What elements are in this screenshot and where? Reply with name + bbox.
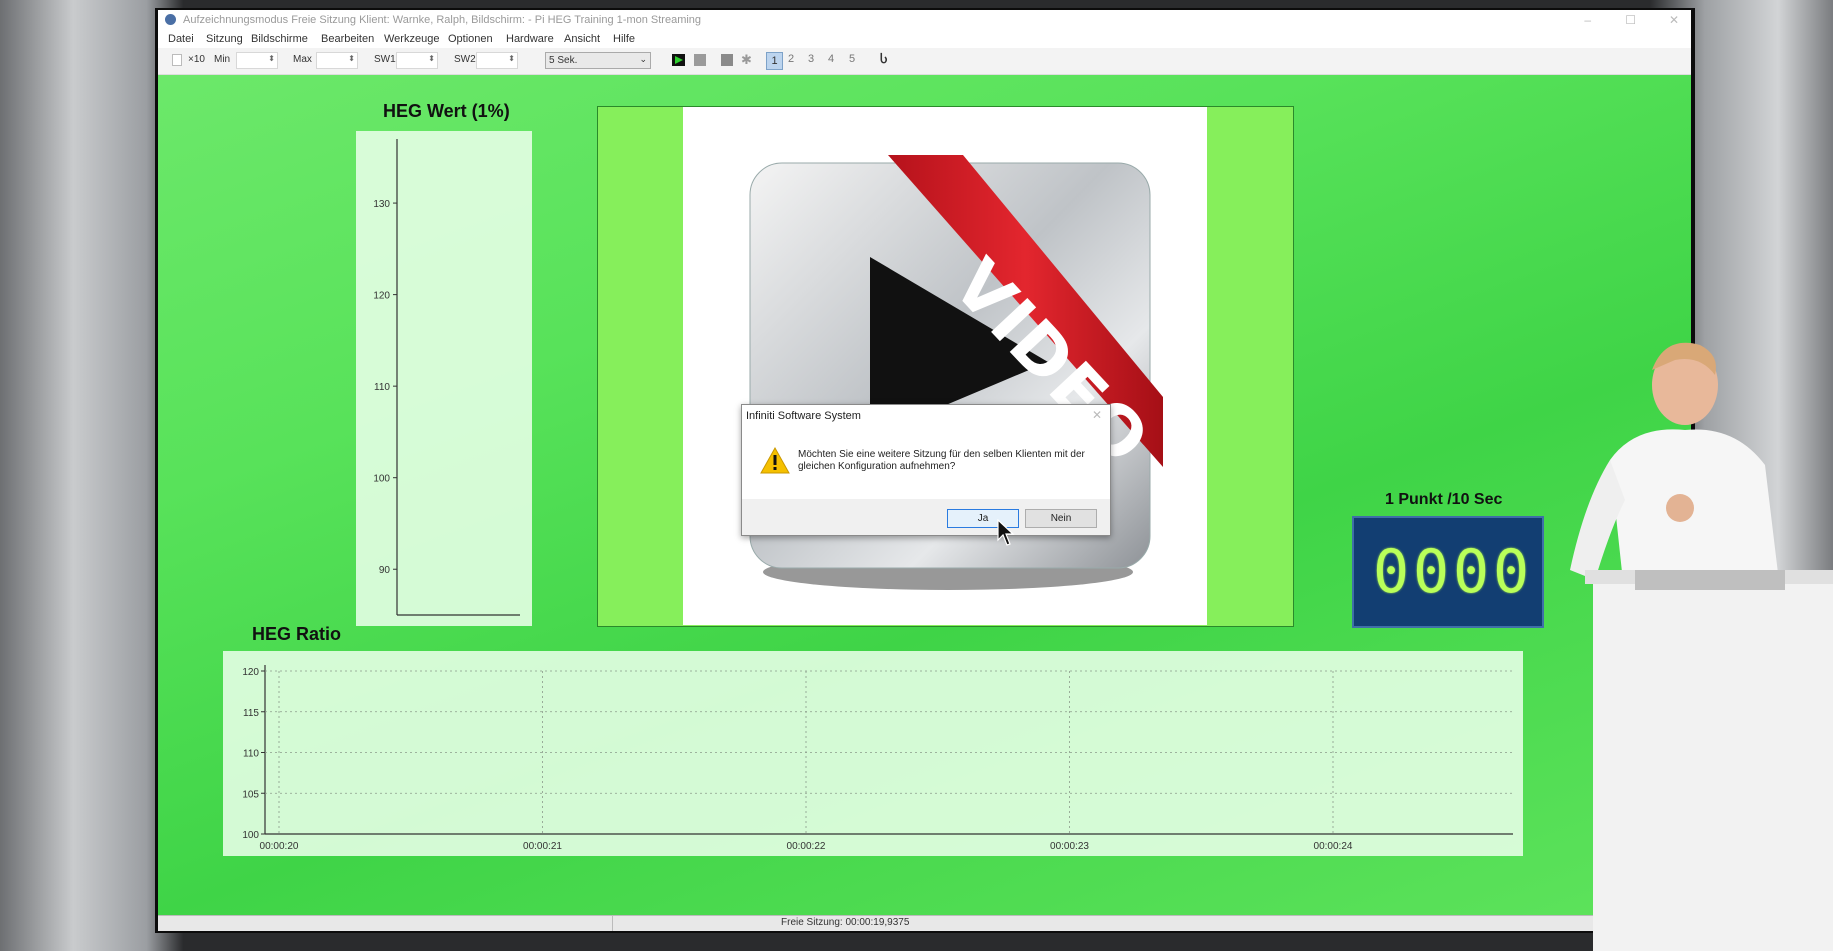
counter-title: 1 Punkt /10 Sec — [1385, 491, 1503, 508]
y-tick-label: 110 — [243, 749, 259, 760]
x-tick-label: 00:00:23 — [1050, 841, 1089, 852]
mouse-cursor-icon — [997, 519, 1015, 546]
max-label: Max — [293, 54, 312, 65]
sw2-label: SW2 — [454, 54, 476, 65]
maximize-icon[interactable]: ☐ — [1625, 13, 1636, 27]
x-tick-label: 00:00:21 — [523, 841, 562, 852]
stop-button[interactable] — [694, 54, 706, 66]
heg-ratio-panel: 120 115 110 105 100 00:00:20 00:00:21 00:00:22 0… — [223, 651, 1523, 856]
presenter-image — [1570, 342, 1833, 951]
counter-digit: 0 — [1452, 537, 1490, 607]
y-tick-label: 120 — [242, 667, 259, 678]
menu-bar: Datei Sitzung Bildschirme Bearbeiten Wer… — [158, 30, 1691, 48]
dialog-footer: Ja Nein — [742, 499, 1110, 535]
counter-digit: 0 — [1412, 537, 1450, 607]
page-button-3[interactable]: 3 — [808, 53, 814, 65]
status-bar: Freie Sitzung: 00:00:19,9375 — [158, 915, 1691, 931]
app-icon — [165, 14, 176, 25]
sw2-stepper[interactable]: ⬍ — [476, 52, 518, 69]
menu-bearbeiten[interactable]: Bearbeiten — [321, 33, 374, 45]
heg-wert-chart: 130 120 110 100 90 — [373, 139, 520, 616]
page-button-5[interactable]: 5 — [849, 53, 855, 65]
interval-select[interactable]: 5 Sek. ⌄ — [545, 52, 651, 69]
x-tick-label: 00:00:22 — [787, 841, 826, 852]
heg-ratio-chart: 120 115 110 105 10000:00:20 00:00:21 00:00:22 0… — [242, 665, 1513, 852]
page-button-4[interactable]: 4 — [828, 53, 834, 65]
play-icon — [675, 56, 683, 64]
x-tick-label: 00:00:20 — [260, 841, 299, 852]
settings-gear-icon[interactable]: ✱ — [741, 52, 752, 68]
dialog-title: Infiniti Software System — [746, 410, 861, 422]
chevron-down-icon: ⌄ — [639, 54, 647, 64]
dialog-close-icon[interactable]: ✕ — [1092, 408, 1102, 422]
close-icon[interactable]: ✕ — [1669, 13, 1679, 27]
dialog-message: Möchten Sie eine weitere Sitzung für den… — [798, 449, 1085, 472]
min-stepper[interactable]: ⬍ — [236, 52, 278, 69]
min-label: Min — [214, 54, 231, 65]
menu-bildschirme[interactable]: Bildschirme — [251, 33, 308, 45]
confirm-dialog: Infiniti Software System ✕ Möchten Sie e… — [741, 404, 1111, 536]
page-button-1[interactable]: 1 — [766, 52, 783, 70]
record-button[interactable] — [721, 54, 733, 66]
menu-werkzeuge[interactable]: Werkzeuge — [384, 33, 439, 45]
x-tick-label: 00:00:24 — [1314, 841, 1353, 852]
y-tick-label: 115 — [243, 708, 259, 719]
menu-ansicht[interactable]: Ansicht — [564, 33, 600, 45]
sw1-label: SW1 — [374, 54, 396, 65]
page-button-2[interactable]: 2 — [788, 53, 794, 65]
menu-hilfe[interactable]: Hilfe — [613, 33, 635, 45]
title-bar: Aufzeichnungsmodus Freie Sitzung Klient:… — [158, 10, 1691, 30]
y-tick-label: 100 — [242, 830, 259, 841]
y-tick-label: 130 — [373, 199, 390, 210]
heg-wert-title: HEG Wert (1%) — [383, 101, 510, 121]
toolbar: ×10 Min ⬍ Max ⬍ SW1 ⬍ SW2 ⬍ 5 Sek. ⌄ ✱ 1… — [158, 48, 1691, 75]
x10-checkbox[interactable] — [172, 54, 182, 66]
y-tick-label: 90 — [379, 565, 391, 576]
menu-sitzung[interactable]: Sitzung — [206, 33, 243, 45]
menu-hardware[interactable]: Hardware — [506, 33, 554, 45]
window-title: Aufzeichnungsmodus Freie Sitzung Klient:… — [183, 14, 702, 26]
session-time: Freie Sitzung: 00:00:19,9375 — [781, 917, 910, 928]
heg-ratio-title: HEG Ratio — [252, 624, 342, 644]
x10-label: ×10 — [188, 54, 205, 65]
y-tick-label: 105 — [242, 789, 259, 800]
counter-digit: 0 — [1372, 537, 1410, 607]
no-button[interactable]: Nein — [1025, 509, 1097, 528]
max-stepper[interactable]: ⬍ — [316, 52, 358, 69]
interval-value: 5 Sek. — [549, 55, 578, 66]
warning-icon — [760, 447, 790, 474]
y-tick-label: 120 — [373, 291, 390, 302]
menu-optionen[interactable]: Optionen — [448, 33, 493, 45]
layout-icon[interactable]: Ⴑ — [880, 52, 887, 66]
video-thumbnail — [749, 155, 1163, 590]
minimize-icon[interactable]: – — [1584, 13, 1591, 27]
sw1-stepper[interactable]: ⬍ — [396, 52, 438, 69]
play-button[interactable] — [672, 54, 685, 66]
y-tick-label: 110 — [374, 382, 390, 393]
heg-wert-panel: 130 120 110 100 90 — [356, 131, 532, 626]
y-tick-label: 100 — [373, 474, 390, 485]
menu-datei[interactable]: Datei — [168, 33, 194, 45]
